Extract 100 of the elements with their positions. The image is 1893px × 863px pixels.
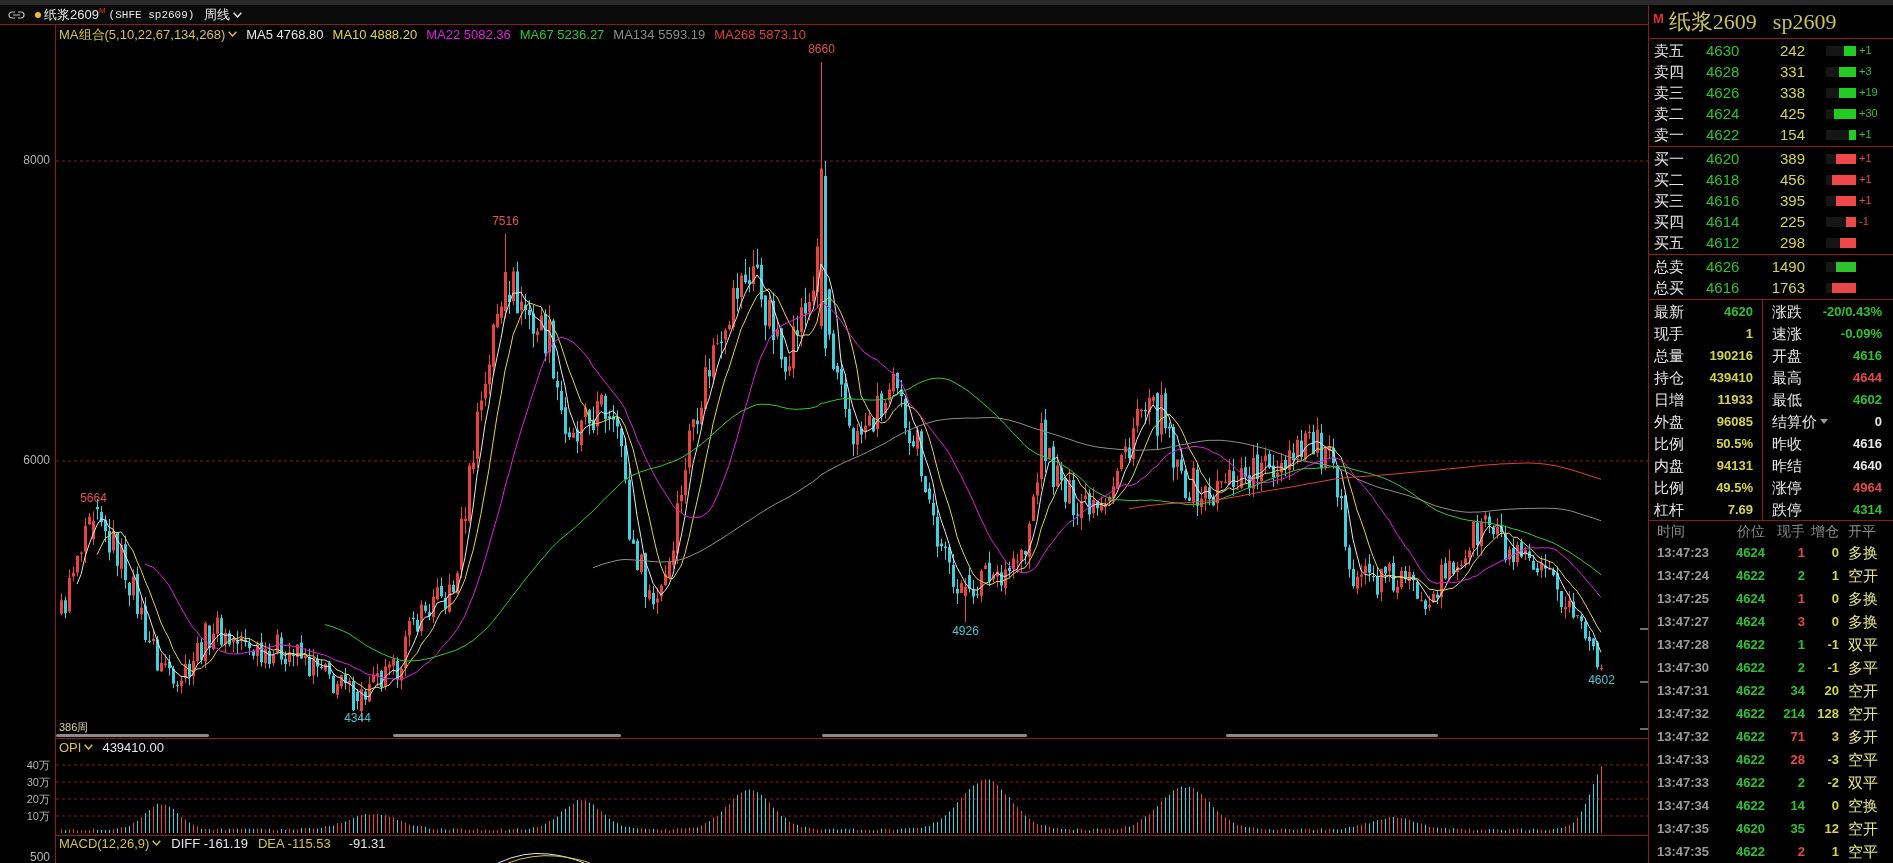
market-letter: M — [98, 6, 106, 15]
trade-time: 13:47:28 — [1657, 637, 1711, 652]
trade-price: 4622 — [1735, 683, 1765, 698]
contract-code: sp2609 — [1772, 9, 1837, 35]
stat-value: 0 — [1874, 413, 1882, 429]
macd-value: -91.31 — [348, 835, 386, 851]
volume-change: +1 — [1858, 128, 1872, 141]
trade-volume: 71 — [1789, 729, 1805, 744]
column-header: 时间 — [1657, 523, 1686, 539]
indicator-value: 439410.00 — [102, 739, 164, 755]
trade-type: 空平 — [1847, 751, 1878, 768]
stat-label: 跌停 — [1772, 500, 1802, 518]
stat-label: 内盘 — [1654, 456, 1685, 474]
trade-volume: 1 — [1796, 637, 1805, 652]
trade-price: 4622 — [1735, 844, 1765, 859]
trade-time: 13:47:35 — [1657, 821, 1711, 836]
stat-label: 总量 — [1654, 346, 1685, 364]
trade-type: 空开 — [1847, 567, 1878, 584]
order-price: 4616 — [1705, 192, 1741, 209]
trade-time: 13:47:32 — [1657, 706, 1711, 721]
symbol-name: 纸浆2609 — [44, 7, 99, 22]
trade-time: 13:47:30 — [1657, 660, 1711, 675]
level-label: 卖一 — [1653, 126, 1685, 143]
period-dropdown[interactable]: 周线 — [204, 7, 243, 22]
order-volume: 338 — [1778, 84, 1805, 101]
indicator-dropdown[interactable]: OPI — [59, 739, 94, 755]
trade-price: 4624 — [1735, 591, 1765, 606]
column-header: 增仓 — [1810, 523, 1839, 539]
volume-change: +19 — [1858, 86, 1878, 99]
open-interest-change: 0 — [1830, 614, 1839, 629]
trade-volume: 14 — [1789, 798, 1805, 813]
open-interest-change: -1 — [1826, 660, 1839, 675]
level-label: 卖三 — [1653, 84, 1685, 101]
order-price: 4616 — [1705, 279, 1741, 296]
level-label: 买一 — [1653, 150, 1685, 167]
chevron-down-icon — [228, 31, 238, 37]
order-price: 4628 — [1705, 63, 1741, 80]
order-volume: 331 — [1778, 63, 1805, 80]
order-volume: 1490 — [1770, 258, 1805, 275]
stat-value: 96085 — [1716, 413, 1753, 429]
stat-label: 涨停 — [1772, 478, 1802, 496]
stat-value: 50.5% — [1716, 435, 1753, 451]
order-price: 4630 — [1705, 42, 1741, 59]
stat-label: 现手 — [1654, 324, 1685, 342]
trade-volume: 35 — [1789, 821, 1805, 836]
stat-label: 最新 — [1654, 302, 1685, 320]
ma-preset-dropdown[interactable]: MA组合(5,10,22,67,134,268) — [59, 26, 238, 42]
level-label: 买三 — [1653, 192, 1685, 209]
trade-type: 多换 — [1847, 613, 1878, 630]
dea-value: DEA -115.53 — [257, 835, 331, 851]
axis-label: 30万 — [26, 776, 50, 788]
stat-value: 439410 — [1709, 369, 1753, 385]
trade-type: 双平 — [1847, 774, 1878, 791]
open-interest-change: 128 — [1816, 706, 1839, 721]
order-price: 4618 — [1705, 171, 1741, 188]
settlement-price-dropdown[interactable]: 结算价 — [1772, 412, 1828, 430]
chevron-down-icon — [152, 840, 162, 846]
level-label: 买四 — [1653, 213, 1685, 230]
ma-legend-item: MA22 5082.36 — [426, 26, 511, 42]
stat-value: 7.69 — [1727, 501, 1753, 517]
volume-change: -1 — [1858, 215, 1869, 228]
link-icon[interactable] — [8, 10, 25, 19]
indicator-dropdown[interactable]: MACD(12,26,9) — [59, 835, 162, 851]
price-extreme-label: 8660 — [808, 43, 835, 56]
trade-price: 4622 — [1735, 660, 1765, 675]
stat-value: 4602 — [1853, 391, 1882, 407]
order-price: 4626 — [1705, 258, 1741, 275]
open-interest-change: 12 — [1823, 821, 1839, 836]
trade-time: 13:47:35 — [1657, 844, 1711, 859]
trade-price: 4622 — [1735, 775, 1765, 790]
stat-value: 94131 — [1716, 457, 1753, 473]
stat-label: 涨跌 — [1772, 302, 1802, 320]
order-volume: 425 — [1778, 105, 1805, 122]
trade-time: 13:47:31 — [1657, 683, 1711, 698]
stat-label: 日增 — [1654, 390, 1685, 408]
contract-name: 纸浆2609 — [1668, 9, 1757, 35]
trade-volume: 2 — [1796, 775, 1805, 790]
order-price: 4622 — [1705, 126, 1741, 143]
trade-volume: 214 — [1782, 706, 1805, 721]
ma-legend-item: MA10 4888.20 — [332, 26, 418, 42]
trade-type: 双平 — [1847, 636, 1878, 653]
level-label: 总买 — [1653, 279, 1685, 296]
stat-label: 速涨 — [1772, 324, 1802, 342]
level-label: 总卖 — [1653, 258, 1685, 275]
stat-value: 11933 — [1717, 391, 1753, 407]
ma-legend-item: MA67 5236.27 — [519, 26, 605, 42]
ma-legend-item: MA268 5873.10 — [714, 26, 806, 42]
diff-value: DIFF -161.19 — [171, 835, 248, 851]
level-label: 卖四 — [1653, 63, 1685, 80]
order-volume: 225 — [1778, 213, 1805, 230]
axis-label: 20万 — [26, 793, 50, 805]
open-interest-change: 3 — [1830, 729, 1839, 744]
stat-value: 4620 — [1724, 303, 1753, 319]
stat-value: 4640 — [1853, 457, 1882, 473]
level-label: 卖五 — [1653, 42, 1685, 59]
trade-time: 13:47:27 — [1657, 614, 1711, 629]
level-label: 卖二 — [1653, 105, 1685, 122]
column-header: 价位 — [1736, 523, 1765, 539]
trade-time: 13:47:34 — [1657, 798, 1711, 813]
price-extreme-label: 4602 — [1588, 672, 1615, 687]
